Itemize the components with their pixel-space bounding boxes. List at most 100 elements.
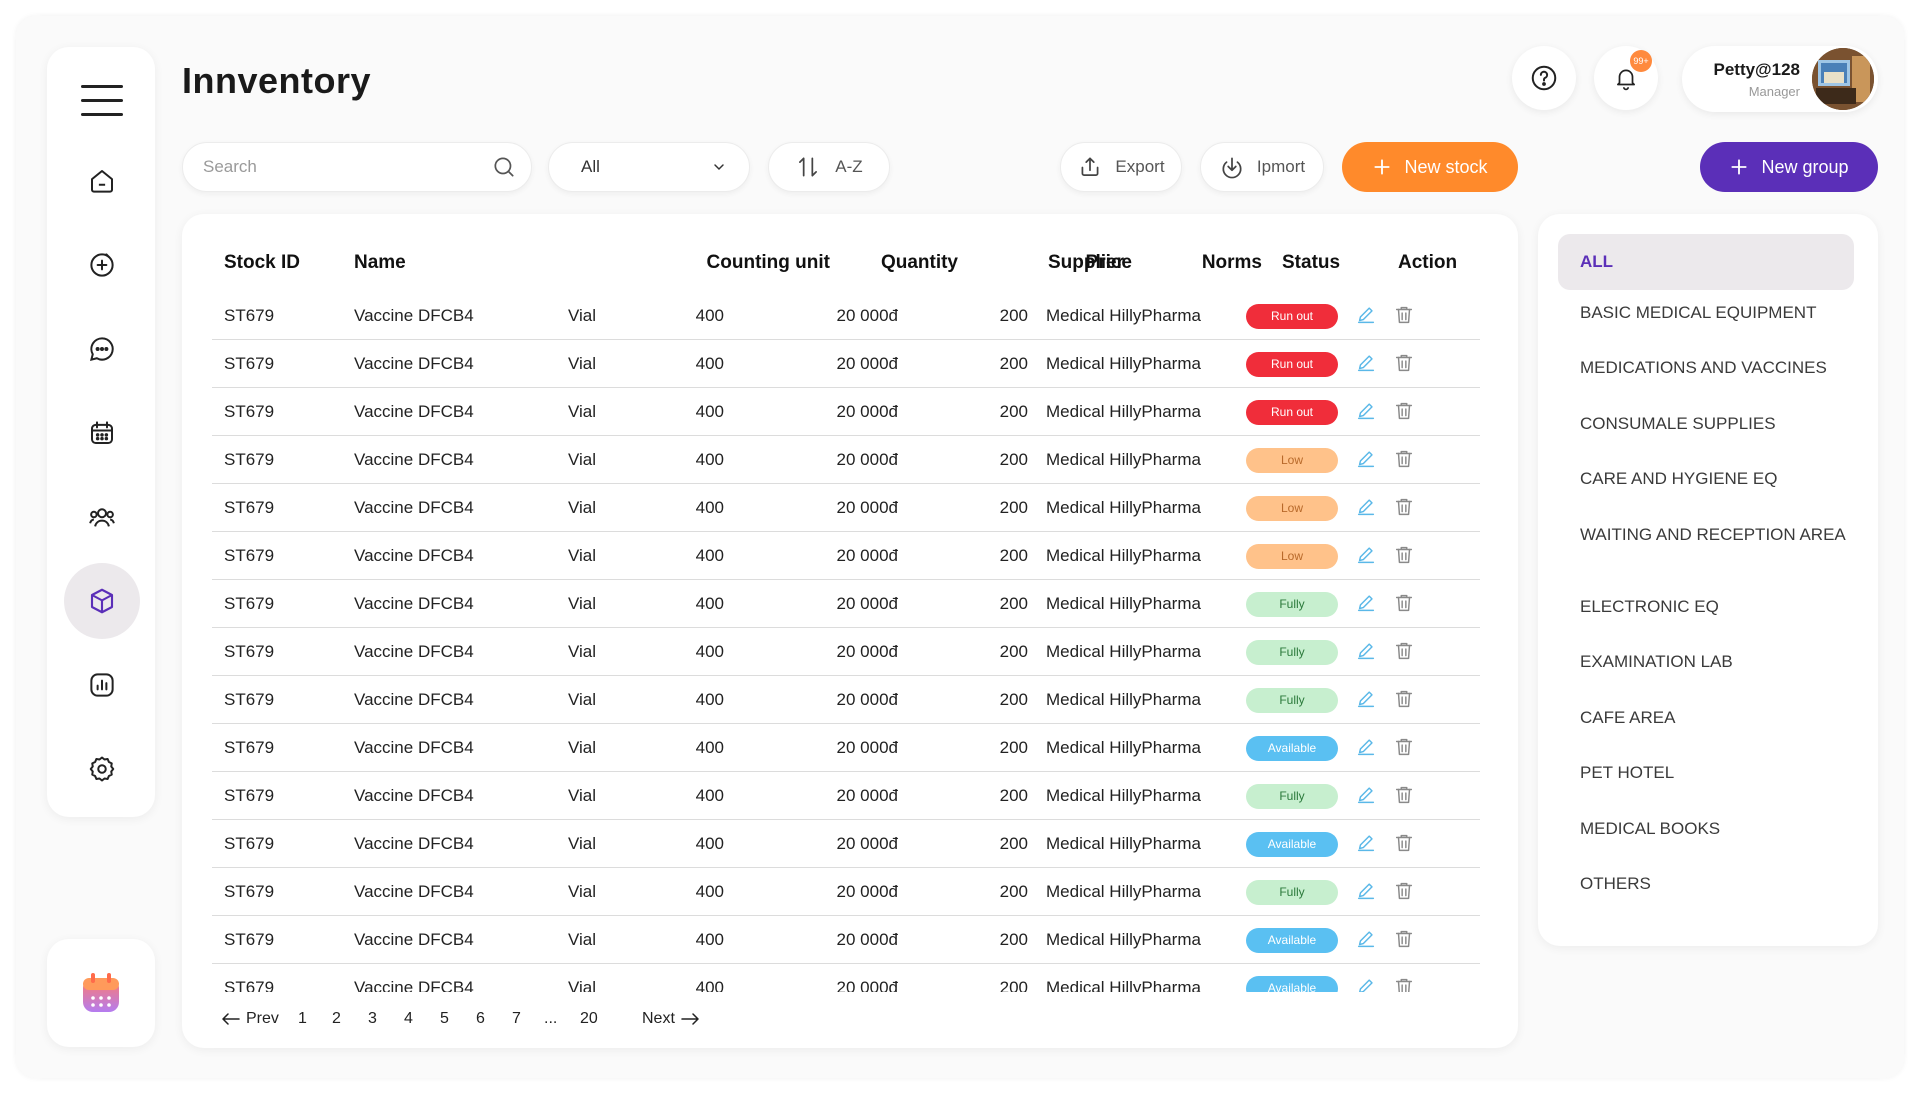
edit-icon[interactable] (1354, 398, 1378, 424)
category-item[interactable]: WAITING AND RECEPTION AREA (1558, 524, 1854, 545)
delete-icon[interactable] (1392, 638, 1416, 664)
category-item[interactable]: CONSUMALE SUPPLIES (1558, 413, 1854, 434)
category-item[interactable]: CAFE AREA (1558, 707, 1854, 728)
page-5-button[interactable]: 5 (440, 1010, 449, 1028)
category-item[interactable]: PET HOTEL (1558, 762, 1854, 783)
page-4-button[interactable]: 4 (404, 1010, 413, 1028)
edit-icon[interactable] (1354, 926, 1378, 952)
header-name[interactable]: Name (354, 252, 406, 274)
delete-icon[interactable] (1392, 734, 1416, 760)
page-7-button[interactable]: 7 (512, 1010, 521, 1028)
table-row[interactable]: ST679 Vaccine DFCB4 Vial 400 20 000đ 200 Medic… (212, 628, 1480, 676)
help-button[interactable] (1512, 46, 1576, 110)
page-3-button[interactable]: 3 (368, 1010, 377, 1028)
category-item[interactable]: EXAMINATION LAB (1558, 651, 1854, 672)
header-norms[interactable]: Norms (1202, 252, 1262, 274)
delete-icon[interactable] (1392, 350, 1416, 376)
new-group-button[interactable]: New group (1700, 142, 1878, 192)
header-status[interactable]: Status (1282, 252, 1340, 274)
cell-name: Vaccine DFCB4 (354, 690, 474, 709)
header-stock-id[interactable]: Stock ID (224, 252, 300, 274)
header-counting-unit[interactable]: Counting unit (707, 252, 830, 274)
gear-icon[interactable] (64, 731, 140, 807)
category-filter-dropdown[interactable]: All (548, 142, 750, 192)
notification-badge: 99+ (1630, 50, 1652, 72)
category-item[interactable]: ALL (1558, 234, 1854, 290)
category-item[interactable]: OTHERS (1558, 873, 1854, 894)
table-row[interactable]: ST679 Vaccine DFCB4 Vial 400 20 000đ 200 Medic… (212, 916, 1480, 964)
table-row[interactable]: ST679 Vaccine DFCB4 Vial 400 20 000đ 200 Medic… (212, 532, 1480, 580)
calendar-icon[interactable] (64, 395, 140, 471)
edit-icon[interactable] (1354, 830, 1378, 856)
category-item[interactable]: MEDICATIONS AND VACCINES (1558, 357, 1854, 378)
cell-status: Available (1246, 928, 1338, 953)
edit-icon[interactable] (1354, 302, 1378, 328)
edit-icon[interactable] (1354, 494, 1378, 520)
delete-icon[interactable] (1392, 974, 1416, 992)
calendar-app-icon (83, 973, 119, 1012)
chat-icon[interactable] (64, 311, 140, 387)
notifications-button[interactable]: 99+ (1594, 46, 1658, 110)
delete-icon[interactable] (1392, 782, 1416, 808)
edit-icon[interactable] (1354, 542, 1378, 568)
chart-icon[interactable] (64, 647, 140, 723)
page-2-button[interactable]: 2 (332, 1010, 341, 1028)
table-row[interactable]: ST679 Vaccine DFCB4 Vial 400 20 000đ 200 Medic… (212, 964, 1480, 992)
edit-icon[interactable] (1354, 782, 1378, 808)
edit-icon[interactable] (1354, 590, 1378, 616)
edit-icon[interactable] (1354, 878, 1378, 904)
search-box[interactable] (182, 142, 532, 192)
edit-icon[interactable] (1354, 734, 1378, 760)
delete-icon[interactable] (1392, 398, 1416, 424)
box-icon[interactable] (64, 563, 140, 639)
category-item[interactable]: BASIC MEDICAL EQUIPMENT (1558, 302, 1854, 323)
table-row[interactable]: ST679 Vaccine DFCB4 Vial 400 20 000đ 200 Medic… (212, 436, 1480, 484)
add-circle-icon[interactable] (64, 227, 140, 303)
home-icon[interactable] (64, 143, 140, 219)
edit-icon[interactable] (1354, 350, 1378, 376)
calendar-widget[interactable] (47, 939, 155, 1047)
delete-icon[interactable] (1392, 686, 1416, 712)
category-item[interactable]: ELECTRONIC EQ (1558, 596, 1854, 617)
new-stock-button[interactable]: New stock (1342, 142, 1518, 192)
search-input[interactable] (203, 157, 463, 177)
delete-icon[interactable] (1392, 494, 1416, 520)
table-row[interactable]: ST679 Vaccine DFCB4 Vial 400 20 000đ 200 Medic… (212, 484, 1480, 532)
page-20-button[interactable]: 20 (580, 1010, 598, 1028)
table-row[interactable]: ST679 Vaccine DFCB4 Vial 400 20 000đ 200 Medic… (212, 724, 1480, 772)
hamburger-menu-button[interactable] (81, 85, 123, 117)
page-6-button[interactable]: 6 (476, 1010, 485, 1028)
edit-icon[interactable] (1354, 974, 1378, 992)
table-row[interactable]: ST679 Vaccine DFCB4 Vial 400 20 000đ 200 Medic… (212, 580, 1480, 628)
page-1-button[interactable]: 1 (298, 1010, 307, 1028)
category-item[interactable]: CARE AND HYGIENE EQ (1558, 468, 1854, 489)
category-item[interactable]: MEDICAL BOOKS (1558, 818, 1854, 839)
table-row[interactable]: ST679 Vaccine DFCB4 Vial 400 20 000đ 200 Medic… (212, 676, 1480, 724)
delete-icon[interactable] (1392, 302, 1416, 328)
delete-icon[interactable] (1392, 446, 1416, 472)
edit-icon[interactable] (1354, 686, 1378, 712)
import-button[interactable]: Ipmort (1200, 142, 1324, 192)
sort-button[interactable]: A-Z (768, 142, 890, 192)
next-page-button[interactable]: Next (642, 1010, 699, 1028)
users-icon[interactable] (64, 479, 140, 555)
delete-icon[interactable] (1392, 878, 1416, 904)
delete-icon[interactable] (1392, 830, 1416, 856)
table-row[interactable]: ST679 Vaccine DFCB4 Vial 400 20 000đ 200 Medic… (212, 292, 1480, 340)
delete-icon[interactable] (1392, 926, 1416, 952)
table-row[interactable]: ST679 Vaccine DFCB4 Vial 400 20 000đ 200 Medic… (212, 388, 1480, 436)
user-profile[interactable]: Petty@128 Manager (1682, 46, 1878, 112)
table-row[interactable]: ST679 Vaccine DFCB4 Vial 400 20 000đ 200 Medic… (212, 772, 1480, 820)
prev-page-button[interactable]: Prev (222, 1010, 279, 1028)
edit-icon[interactable] (1354, 638, 1378, 664)
header-supplier[interactable]: Supplier (1048, 252, 1124, 274)
export-button[interactable]: Export (1060, 142, 1182, 192)
table-row[interactable]: ST679 Vaccine DFCB4 Vial 400 20 000đ 200 Medic… (212, 868, 1480, 916)
delete-icon[interactable] (1392, 590, 1416, 616)
edit-icon[interactable] (1354, 446, 1378, 472)
table-row[interactable]: ST679 Vaccine DFCB4 Vial 400 20 000đ 200 Medic… (212, 820, 1480, 868)
delete-icon[interactable] (1392, 542, 1416, 568)
table-row[interactable]: ST679 Vaccine DFCB4 Vial 400 20 000đ 200 Medic… (212, 340, 1480, 388)
avatar (1812, 48, 1874, 110)
header-quantity[interactable]: Quantity (881, 252, 958, 274)
